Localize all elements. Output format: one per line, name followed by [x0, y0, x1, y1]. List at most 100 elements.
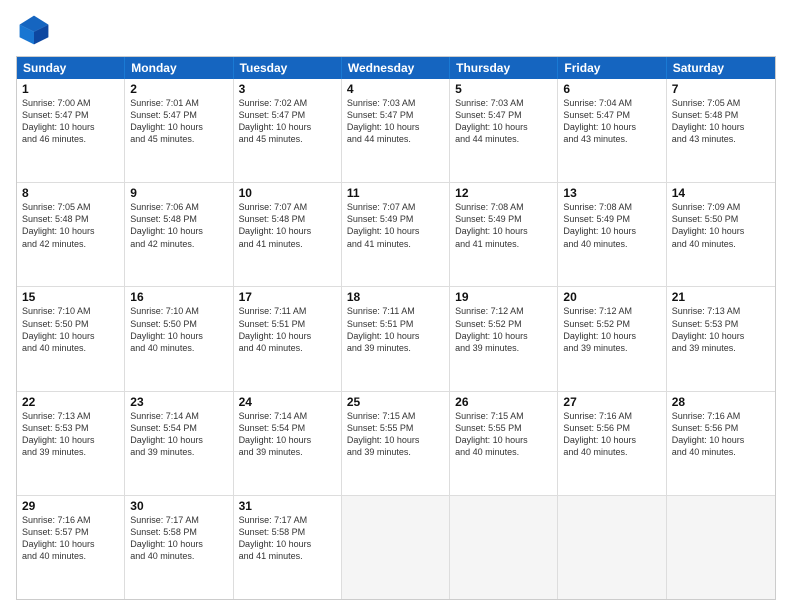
day-number: 7 [672, 82, 770, 96]
day-info: Sunrise: 7:07 AMSunset: 5:48 PMDaylight:… [239, 201, 336, 250]
calendar-body: 1Sunrise: 7:00 AMSunset: 5:47 PMDaylight… [17, 79, 775, 599]
calendar-cell: 27Sunrise: 7:16 AMSunset: 5:56 PMDayligh… [558, 392, 666, 495]
day-number: 2 [130, 82, 227, 96]
day-number: 25 [347, 395, 444, 409]
calendar-cell: 18Sunrise: 7:11 AMSunset: 5:51 PMDayligh… [342, 287, 450, 390]
day-info: Sunrise: 7:10 AMSunset: 5:50 PMDaylight:… [130, 305, 227, 354]
calendar-row: 15Sunrise: 7:10 AMSunset: 5:50 PMDayligh… [17, 286, 775, 390]
day-info: Sunrise: 7:14 AMSunset: 5:54 PMDaylight:… [130, 410, 227, 459]
calendar-cell: 20Sunrise: 7:12 AMSunset: 5:52 PMDayligh… [558, 287, 666, 390]
calendar-cell: 10Sunrise: 7:07 AMSunset: 5:48 PMDayligh… [234, 183, 342, 286]
calendar-cell: 8Sunrise: 7:05 AMSunset: 5:48 PMDaylight… [17, 183, 125, 286]
day-info: Sunrise: 7:16 AMSunset: 5:57 PMDaylight:… [22, 514, 119, 563]
day-info: Sunrise: 7:14 AMSunset: 5:54 PMDaylight:… [239, 410, 336, 459]
day-number: 17 [239, 290, 336, 304]
day-info: Sunrise: 7:08 AMSunset: 5:49 PMDaylight:… [563, 201, 660, 250]
day-number: 10 [239, 186, 336, 200]
calendar-cell: 25Sunrise: 7:15 AMSunset: 5:55 PMDayligh… [342, 392, 450, 495]
calendar-cell: 6Sunrise: 7:04 AMSunset: 5:47 PMDaylight… [558, 79, 666, 182]
calendar-cell: 7Sunrise: 7:05 AMSunset: 5:48 PMDaylight… [667, 79, 775, 182]
day-info: Sunrise: 7:13 AMSunset: 5:53 PMDaylight:… [672, 305, 770, 354]
day-info: Sunrise: 7:04 AMSunset: 5:47 PMDaylight:… [563, 97, 660, 146]
calendar-cell: 23Sunrise: 7:14 AMSunset: 5:54 PMDayligh… [125, 392, 233, 495]
day-number: 18 [347, 290, 444, 304]
calendar-cell: 24Sunrise: 7:14 AMSunset: 5:54 PMDayligh… [234, 392, 342, 495]
logo-icon [16, 12, 52, 48]
day-number: 22 [22, 395, 119, 409]
day-number: 14 [672, 186, 770, 200]
header [16, 12, 776, 48]
calendar-cell: 21Sunrise: 7:13 AMSunset: 5:53 PMDayligh… [667, 287, 775, 390]
day-info: Sunrise: 7:16 AMSunset: 5:56 PMDaylight:… [563, 410, 660, 459]
day-number: 3 [239, 82, 336, 96]
day-number: 8 [22, 186, 119, 200]
day-info: Sunrise: 7:15 AMSunset: 5:55 PMDaylight:… [455, 410, 552, 459]
calendar-cell [450, 496, 558, 599]
day-number: 6 [563, 82, 660, 96]
day-number: 9 [130, 186, 227, 200]
logo [16, 12, 56, 48]
day-info: Sunrise: 7:01 AMSunset: 5:47 PMDaylight:… [130, 97, 227, 146]
calendar-cell: 1Sunrise: 7:00 AMSunset: 5:47 PMDaylight… [17, 79, 125, 182]
calendar-cell: 17Sunrise: 7:11 AMSunset: 5:51 PMDayligh… [234, 287, 342, 390]
calendar-row: 8Sunrise: 7:05 AMSunset: 5:48 PMDaylight… [17, 182, 775, 286]
calendar-header-day: Saturday [667, 57, 775, 79]
day-info: Sunrise: 7:10 AMSunset: 5:50 PMDaylight:… [22, 305, 119, 354]
day-info: Sunrise: 7:15 AMSunset: 5:55 PMDaylight:… [347, 410, 444, 459]
day-info: Sunrise: 7:05 AMSunset: 5:48 PMDaylight:… [22, 201, 119, 250]
calendar-cell: 15Sunrise: 7:10 AMSunset: 5:50 PMDayligh… [17, 287, 125, 390]
day-info: Sunrise: 7:02 AMSunset: 5:47 PMDaylight:… [239, 97, 336, 146]
calendar-cell: 4Sunrise: 7:03 AMSunset: 5:47 PMDaylight… [342, 79, 450, 182]
day-number: 21 [672, 290, 770, 304]
day-info: Sunrise: 7:16 AMSunset: 5:56 PMDaylight:… [672, 410, 770, 459]
day-info: Sunrise: 7:07 AMSunset: 5:49 PMDaylight:… [347, 201, 444, 250]
day-number: 1 [22, 82, 119, 96]
calendar-cell: 31Sunrise: 7:17 AMSunset: 5:58 PMDayligh… [234, 496, 342, 599]
day-info: Sunrise: 7:06 AMSunset: 5:48 PMDaylight:… [130, 201, 227, 250]
calendar-cell: 19Sunrise: 7:12 AMSunset: 5:52 PMDayligh… [450, 287, 558, 390]
calendar-header-day: Monday [125, 57, 233, 79]
day-number: 13 [563, 186, 660, 200]
day-number: 20 [563, 290, 660, 304]
calendar-cell [342, 496, 450, 599]
page: SundayMondayTuesdayWednesdayThursdayFrid… [0, 0, 792, 612]
day-number: 23 [130, 395, 227, 409]
calendar-cell: 26Sunrise: 7:15 AMSunset: 5:55 PMDayligh… [450, 392, 558, 495]
day-number: 15 [22, 290, 119, 304]
calendar-header-day: Tuesday [234, 57, 342, 79]
calendar-row: 22Sunrise: 7:13 AMSunset: 5:53 PMDayligh… [17, 391, 775, 495]
calendar-cell: 14Sunrise: 7:09 AMSunset: 5:50 PMDayligh… [667, 183, 775, 286]
day-number: 27 [563, 395, 660, 409]
day-info: Sunrise: 7:17 AMSunset: 5:58 PMDaylight:… [130, 514, 227, 563]
calendar-cell: 2Sunrise: 7:01 AMSunset: 5:47 PMDaylight… [125, 79, 233, 182]
calendar: SundayMondayTuesdayWednesdayThursdayFrid… [16, 56, 776, 600]
calendar-header-day: Thursday [450, 57, 558, 79]
calendar-row: 1Sunrise: 7:00 AMSunset: 5:47 PMDaylight… [17, 79, 775, 182]
calendar-cell: 22Sunrise: 7:13 AMSunset: 5:53 PMDayligh… [17, 392, 125, 495]
day-number: 19 [455, 290, 552, 304]
calendar-header: SundayMondayTuesdayWednesdayThursdayFrid… [17, 57, 775, 79]
day-info: Sunrise: 7:00 AMSunset: 5:47 PMDaylight:… [22, 97, 119, 146]
calendar-cell: 3Sunrise: 7:02 AMSunset: 5:47 PMDaylight… [234, 79, 342, 182]
day-info: Sunrise: 7:11 AMSunset: 5:51 PMDaylight:… [239, 305, 336, 354]
calendar-header-day: Friday [558, 57, 666, 79]
calendar-cell: 29Sunrise: 7:16 AMSunset: 5:57 PMDayligh… [17, 496, 125, 599]
calendar-cell: 5Sunrise: 7:03 AMSunset: 5:47 PMDaylight… [450, 79, 558, 182]
day-number: 11 [347, 186, 444, 200]
calendar-cell: 12Sunrise: 7:08 AMSunset: 5:49 PMDayligh… [450, 183, 558, 286]
day-number: 31 [239, 499, 336, 513]
day-info: Sunrise: 7:12 AMSunset: 5:52 PMDaylight:… [455, 305, 552, 354]
calendar-header-day: Sunday [17, 57, 125, 79]
day-number: 4 [347, 82, 444, 96]
calendar-row: 29Sunrise: 7:16 AMSunset: 5:57 PMDayligh… [17, 495, 775, 599]
day-info: Sunrise: 7:17 AMSunset: 5:58 PMDaylight:… [239, 514, 336, 563]
day-number: 30 [130, 499, 227, 513]
calendar-cell: 30Sunrise: 7:17 AMSunset: 5:58 PMDayligh… [125, 496, 233, 599]
day-number: 5 [455, 82, 552, 96]
calendar-header-day: Wednesday [342, 57, 450, 79]
calendar-cell [558, 496, 666, 599]
day-info: Sunrise: 7:03 AMSunset: 5:47 PMDaylight:… [455, 97, 552, 146]
calendar-cell: 16Sunrise: 7:10 AMSunset: 5:50 PMDayligh… [125, 287, 233, 390]
calendar-cell: 11Sunrise: 7:07 AMSunset: 5:49 PMDayligh… [342, 183, 450, 286]
day-info: Sunrise: 7:08 AMSunset: 5:49 PMDaylight:… [455, 201, 552, 250]
